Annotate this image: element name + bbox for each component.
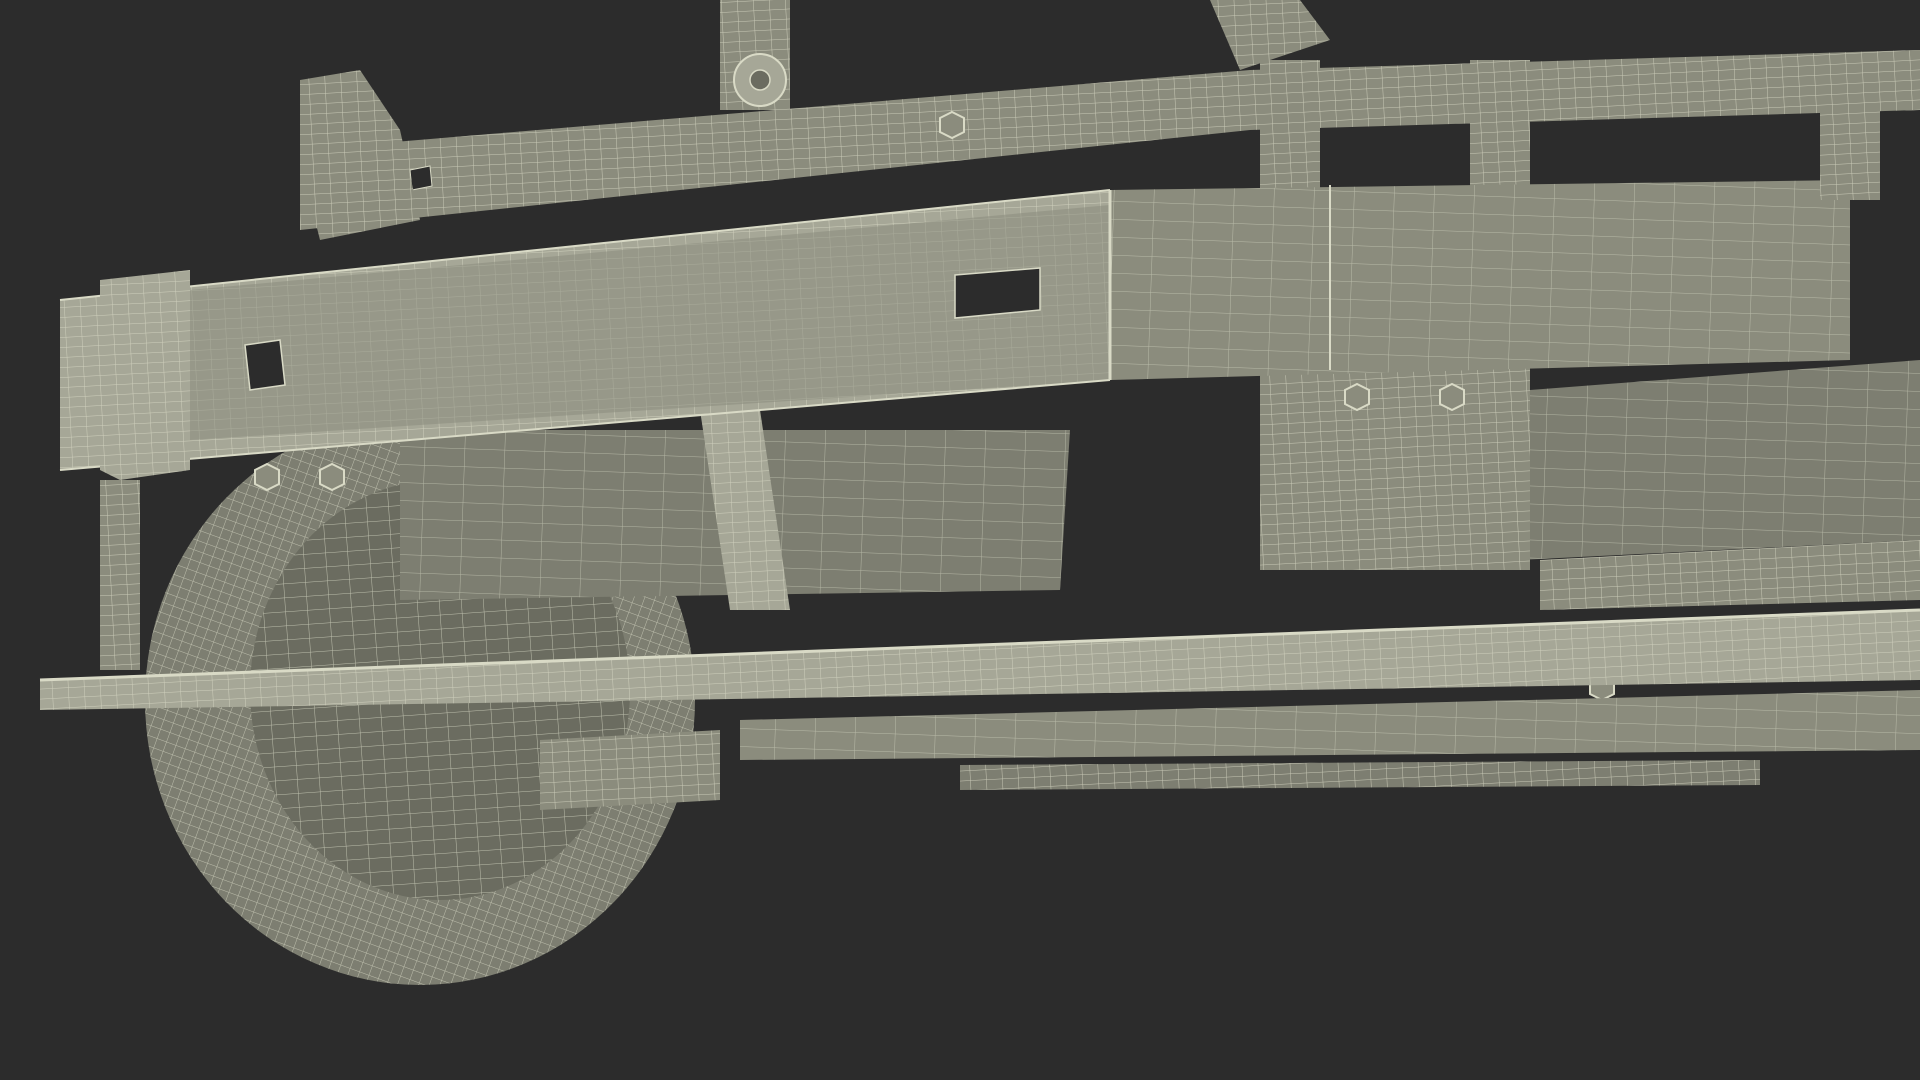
wireframe-render-canvas [39,0,1920,985]
